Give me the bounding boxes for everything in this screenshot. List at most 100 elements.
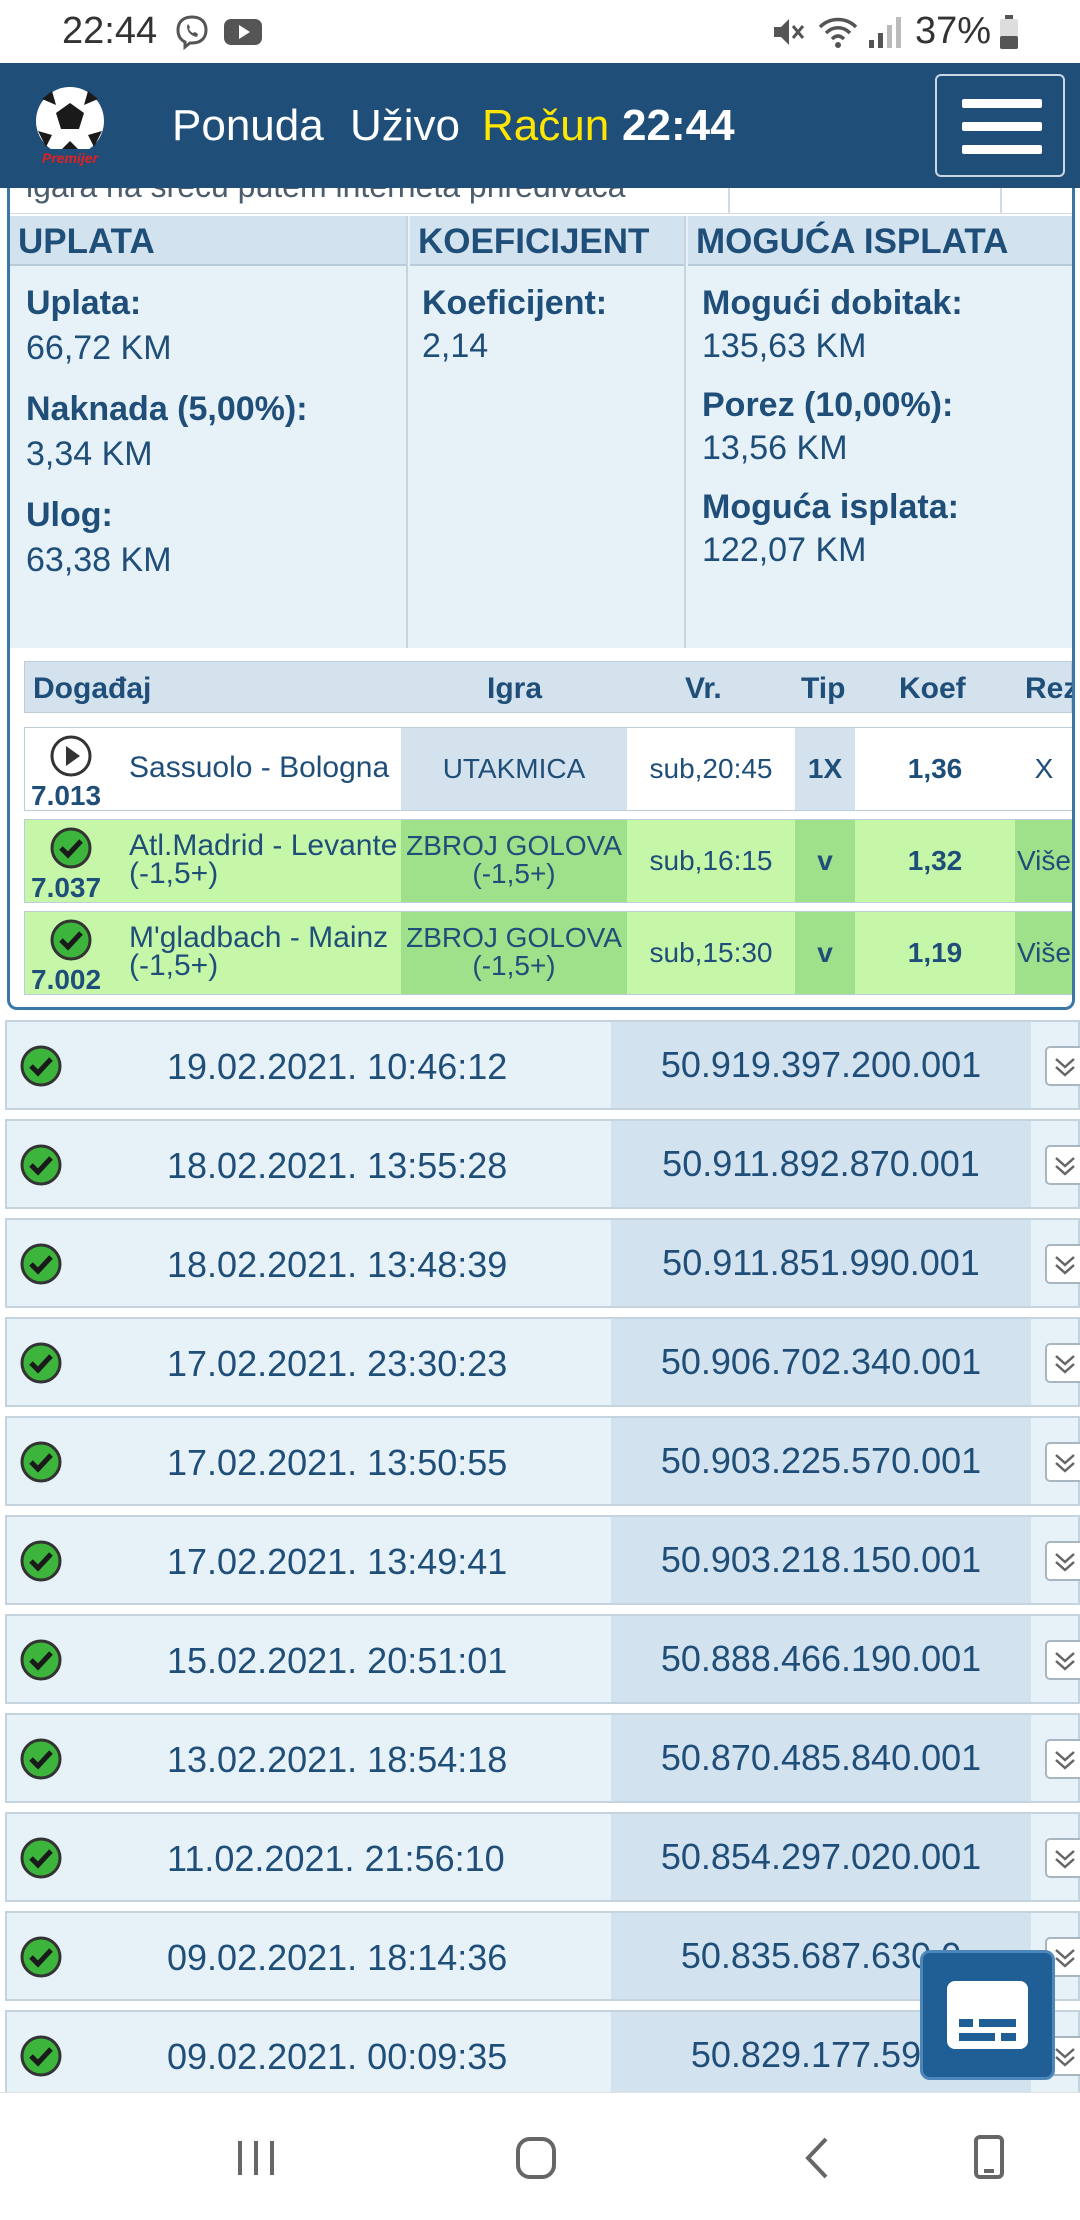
- subtitles-button[interactable]: [920, 1950, 1055, 2080]
- ticket-row[interactable]: 09.02.2021. 18:14:36 50.835.687.630.0: [5, 1911, 1080, 2001]
- chevron-down-icon: [1055, 1850, 1075, 1869]
- expand-button[interactable]: [1045, 1541, 1080, 1581]
- event-market-line: (-1,5+): [129, 949, 219, 982]
- chevron-down-icon: [1055, 1652, 1075, 1671]
- ticket-row[interactable]: 09.02.2021. 00:09:35 50.829.177.590.: [5, 2010, 1080, 2100]
- cut-off-row: igara na sreću putem interneta priređiva…: [10, 188, 1072, 214]
- koeficijent-label: Koeficijent:: [422, 284, 608, 322]
- event-koef: 1,19: [907, 937, 963, 968]
- mute-icon: [768, 14, 808, 50]
- status-bar: 22:44 37%: [0, 0, 1080, 63]
- check-icon: [20, 1144, 62, 1186]
- event-code: 7.037: [31, 872, 102, 903]
- porez-label: Porez (10,00%):: [702, 386, 954, 424]
- event-tip: v: [795, 820, 855, 902]
- chevron-down-icon: [1055, 1058, 1075, 1077]
- check-icon: [20, 1342, 62, 1384]
- event-result: X: [1015, 728, 1072, 810]
- recent-apps-button[interactable]: [226, 2133, 286, 2183]
- events-table-header: Događaj Igra Vr. Tip Koef Rez: [24, 661, 1072, 713]
- back-button[interactable]: [788, 2133, 848, 2183]
- ticket-date: 17.02.2021. 23:30:23: [167, 1343, 508, 1384]
- ticket-row[interactable]: 17.02.2021. 23:30:23 50.906.702.340.001: [5, 1317, 1080, 1407]
- ticket-number: 50.870.485.840.001: [611, 1715, 1031, 1801]
- event-koef: 1,36: [857, 728, 1013, 810]
- viber-icon: [172, 14, 212, 50]
- ticket-row[interactable]: 18.02.2021. 13:48:39 50.911.851.990.001: [5, 1218, 1080, 1308]
- expand-button[interactable]: [1045, 1145, 1080, 1185]
- expand-button[interactable]: [1045, 1046, 1080, 1086]
- back-icon: [805, 2137, 828, 2179]
- naknada-label: Naknada (5,00%):: [26, 390, 308, 428]
- ticket-date: 13.02.2021. 18:54:18: [167, 1739, 508, 1780]
- chevron-down-icon: [1055, 1256, 1075, 1275]
- ticket-date: 18.02.2021. 13:55:28: [167, 1145, 508, 1186]
- event-time: sub,15:30: [649, 937, 773, 968]
- premijer-logo[interactable]: Premijer: [22, 81, 118, 173]
- ticket-row[interactable]: 17.02.2021. 13:50:55 50.903.225.570.001: [5, 1416, 1080, 1506]
- ulog-value: 63,38 KM: [26, 541, 172, 579]
- check-icon: [20, 1639, 62, 1681]
- event-name: M'gladbach - Mainz: [129, 921, 389, 954]
- event-result: Više: [1015, 912, 1072, 994]
- uplata-heading: UPLATA: [10, 216, 406, 266]
- hamburger-menu-button[interactable]: [935, 74, 1065, 177]
- ticket-row[interactable]: 13.02.2021. 18:54:18 50.870.485.840.001: [5, 1713, 1080, 1803]
- ticket-number: 50.903.225.570.001: [611, 1418, 1031, 1504]
- event-row: 7.002 M'gladbach - Mainz (-1,5+) ZBROJ G…: [24, 911, 1072, 995]
- chevron-down-icon: [1055, 1751, 1075, 1770]
- ticket-number: 50.911.892.870.001: [611, 1121, 1031, 1207]
- event-code: 7.002: [31, 964, 102, 995]
- nav-racun[interactable]: Račun: [482, 101, 609, 151]
- uplata-column: UPLATA Uplata: 66,72 KM Naknada (5,00%):…: [10, 216, 408, 648]
- moguca-isplata-label: Moguća isplata:: [702, 488, 959, 526]
- nav-ponuda[interactable]: Ponuda: [172, 101, 324, 151]
- expand-button[interactable]: [1045, 1739, 1080, 1779]
- check-icon: [20, 1837, 62, 1879]
- moguci-dobitak-value: 135,63 KM: [702, 327, 867, 365]
- ticket-row[interactable]: 15.02.2021. 20:51:01 50.888.466.190.001: [5, 1614, 1080, 1704]
- col-koef: Koef: [899, 672, 966, 705]
- ticket-date: 15.02.2021. 20:51:01: [167, 1640, 508, 1681]
- rotate-button[interactable]: [960, 2133, 1020, 2183]
- moguci-dobitak-label: Mogući dobitak:: [702, 284, 963, 322]
- expand-button[interactable]: [1045, 1442, 1080, 1482]
- ticket-row[interactable]: 17.02.2021. 13:49:41 50.903.218.150.001: [5, 1515, 1080, 1605]
- ticket-number: 50.906.702.340.001: [611, 1319, 1031, 1405]
- expand-button[interactable]: [1045, 1343, 1080, 1383]
- ticket-row[interactable]: 19.02.2021. 10:46:12 50.919.397.200.001: [5, 1020, 1080, 1110]
- battery-icon: [996, 14, 1022, 50]
- event-name: Atl.Madrid - Levante: [129, 829, 398, 862]
- cut-off-text: igara na sreću putem interneta priređiva…: [26, 188, 625, 205]
- event-tip: 1X: [795, 728, 855, 810]
- nav-uzivo[interactable]: Uživo: [350, 101, 460, 151]
- subtitles-icon: [947, 1981, 1028, 2049]
- check-icon: [20, 1540, 62, 1582]
- signal-icon: [864, 14, 904, 50]
- ticket-number: 50.888.466.190.001: [611, 1616, 1031, 1702]
- ticket-number: 50.919.397.200.001: [611, 1022, 1031, 1108]
- naknada-value: 3,34 KM: [26, 435, 153, 473]
- home-button[interactable]: [506, 2133, 566, 2183]
- check-icon: [50, 919, 92, 961]
- youtube-icon: [222, 14, 264, 50]
- ticket-date: 17.02.2021. 13:49:41: [167, 1541, 508, 1582]
- event-market-line: (-1,5+): [129, 857, 219, 890]
- ulog-label: Ulog:: [26, 496, 113, 534]
- ticket-row[interactable]: 18.02.2021. 13:55:28 50.911.892.870.001: [5, 1119, 1080, 1209]
- expand-button[interactable]: [1045, 1838, 1080, 1878]
- expand-button[interactable]: [1045, 1640, 1080, 1680]
- chevron-down-icon: [1055, 1355, 1075, 1374]
- koeficijent-column: KOEFICIJENT Koeficijent: 2,14: [410, 216, 686, 648]
- ticket-row[interactable]: 11.02.2021. 21:56:10 50.854.297.020.001: [5, 1812, 1080, 1902]
- col-igra: Igra: [487, 672, 543, 705]
- koeficijent-value: 2,14: [422, 327, 489, 365]
- ticket-date: 17.02.2021. 13:50:55: [167, 1442, 508, 1483]
- event-koef: 1,32: [907, 845, 963, 876]
- ticket-date: 09.02.2021. 18:14:36: [167, 1937, 508, 1978]
- rotate-icon: [974, 2135, 1004, 2179]
- header-clock: 22:44: [622, 101, 735, 150]
- svg-text:Premijer: Premijer: [42, 150, 100, 166]
- expand-button[interactable]: [1045, 1244, 1080, 1284]
- check-icon: [20, 1243, 62, 1285]
